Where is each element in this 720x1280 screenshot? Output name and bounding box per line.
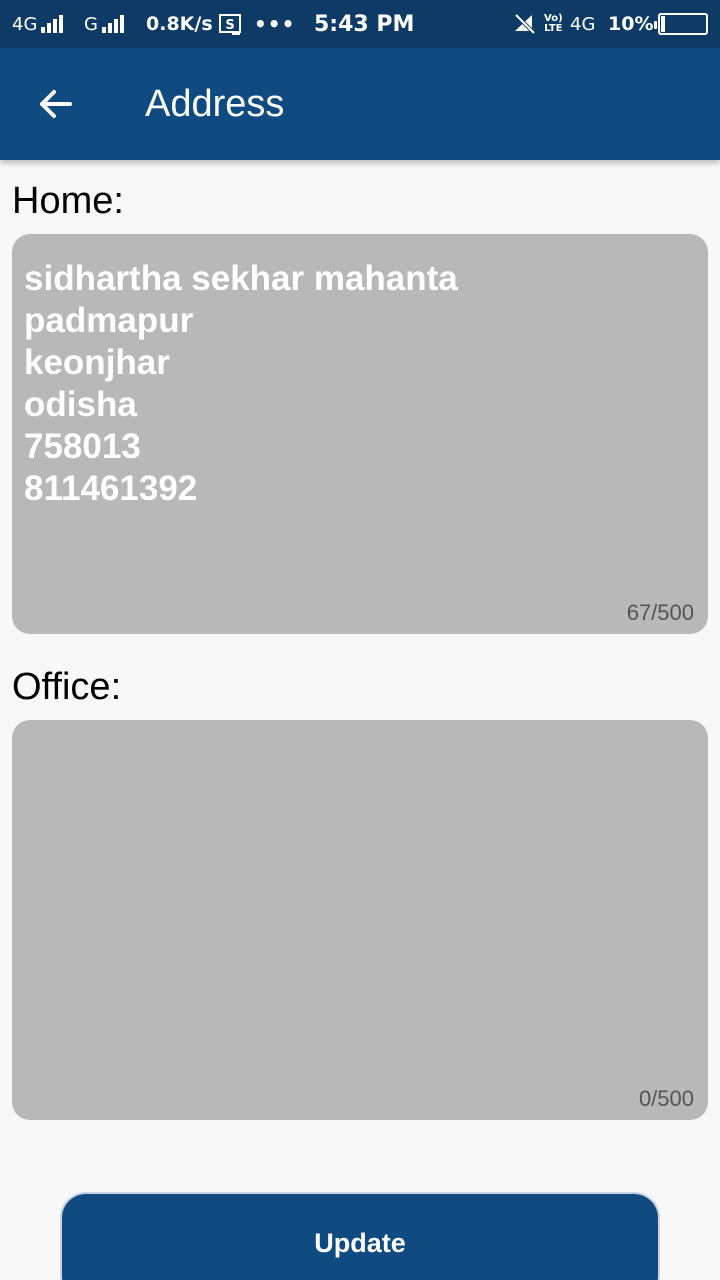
clock: 5:43 PM xyxy=(314,11,415,37)
home-address-field[interactable]: sidhartha sekhar mahanta padmapur keonjh… xyxy=(12,234,708,634)
more-dots-icon: ••• xyxy=(254,12,296,36)
network-indicator-3: 4G xyxy=(570,13,596,35)
home-label: Home: xyxy=(12,180,124,222)
network-type-label: G xyxy=(84,13,98,35)
network-type-label: 4G xyxy=(12,13,38,35)
back-button[interactable] xyxy=(24,72,88,136)
signal-icon xyxy=(41,15,64,33)
home-char-counter: 67/500 xyxy=(626,600,694,625)
svg-text:S: S xyxy=(225,18,234,33)
office-char-counter: 0/500 xyxy=(638,1086,694,1111)
home-address-value[interactable]: sidhartha sekhar mahanta padmapur keonjh… xyxy=(24,258,696,510)
arrow-left-icon xyxy=(40,90,72,118)
office-address-field[interactable]: 0/500 xyxy=(12,720,708,1120)
status-bar: 4G G 0.8K/s S ••• 5:43 PM Vo) LTE 4G 10% xyxy=(0,0,720,48)
network-indicator-2: G xyxy=(84,0,124,48)
office-label: Office: xyxy=(12,666,122,708)
app-bar: Address xyxy=(0,48,720,160)
screenshot-icon: S xyxy=(218,0,242,48)
network-indicator-1: 4G xyxy=(12,0,64,48)
signal-icon xyxy=(101,15,124,33)
battery-icon xyxy=(654,0,708,48)
network-speed: 0.8K/s xyxy=(146,13,213,35)
volte-bottom: LTE xyxy=(544,23,563,34)
battery-percent: 10% xyxy=(608,13,654,35)
mute-icon xyxy=(512,0,538,48)
update-button[interactable]: Update xyxy=(60,1192,660,1280)
update-button-label: Update xyxy=(314,1228,406,1258)
page-title: Address xyxy=(145,82,285,125)
battery-fill xyxy=(661,16,666,32)
volte-indicator: Vo) LTE xyxy=(544,0,563,48)
